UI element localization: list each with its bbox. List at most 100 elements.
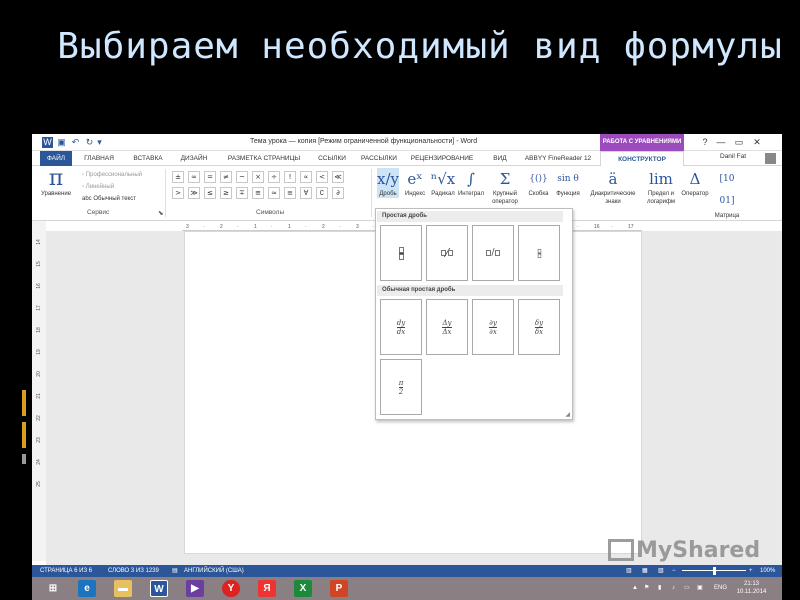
fraction-skewed[interactable]: ⁄ bbox=[426, 225, 468, 281]
fraction-small[interactable] bbox=[518, 225, 560, 281]
symbol-button[interactable]: ∂ bbox=[332, 187, 344, 199]
equation-button[interactable]: π Уравнение bbox=[38, 168, 74, 198]
symbol-button[interactable]: > bbox=[172, 187, 184, 199]
service-dialog-launcher-icon[interactable]: ⬊ bbox=[158, 209, 163, 217]
tab-page-layout[interactable]: РАЗМЕТКА СТРАНИЦЫ bbox=[218, 151, 310, 166]
zoom-level[interactable]: 100% bbox=[760, 565, 775, 577]
symbol-button[interactable]: ∝ bbox=[300, 171, 312, 183]
file-explorer-icon[interactable]: ▬ bbox=[114, 580, 132, 597]
restore-button[interactable]: ▭ bbox=[732, 136, 746, 149]
accent-button[interactable]: ä Диакритические знаки bbox=[585, 168, 641, 206]
undo-icon[interactable]: ↶ bbox=[70, 137, 81, 148]
flag-icon[interactable]: ⚑ bbox=[644, 577, 649, 600]
symbol-button[interactable]: ÷ bbox=[268, 171, 280, 183]
visual-studio-icon[interactable]: ▶ bbox=[186, 580, 204, 597]
fraction-linear[interactable]: / bbox=[472, 225, 514, 281]
matrix-button[interactable]: [10 01] Матрица bbox=[712, 168, 742, 220]
common-fraction-item[interactable]: Δy Δx bbox=[426, 299, 468, 355]
common-fraction-item[interactable]: π2 bbox=[380, 359, 422, 415]
symbol-button[interactable]: = bbox=[204, 171, 216, 183]
common-fraction-item[interactable]: ∂y ∂x bbox=[472, 299, 514, 355]
symbol-button[interactable]: ≅ bbox=[252, 187, 264, 199]
user-name[interactable]: Danil Fat bbox=[720, 153, 746, 160]
help-button[interactable]: ? bbox=[698, 136, 712, 149]
vertical-ruler[interactable]: 14 15 16 17 18 19 20 21 22 23 24 25 bbox=[34, 231, 44, 551]
network-icon[interactable]: ▮ bbox=[658, 577, 661, 600]
zoom-in-icon[interactable]: + bbox=[749, 565, 753, 577]
print-layout-icon[interactable]: ▦ bbox=[642, 565, 648, 577]
minimize-button[interactable]: — bbox=[714, 136, 728, 149]
common-fraction-item[interactable]: δy δx bbox=[518, 299, 560, 355]
symbols-group-label: Символы bbox=[256, 209, 285, 216]
radical-button[interactable]: ⁿ√x Радикал bbox=[430, 168, 456, 198]
internet-explorer-icon[interactable]: e bbox=[78, 580, 96, 597]
linear-button[interactable]: ▫ Линейный bbox=[82, 184, 114, 190]
operator-button[interactable]: Δ Оператор bbox=[680, 168, 710, 198]
zoom-slider-thumb[interactable] bbox=[713, 567, 716, 575]
notification-icon[interactable]: ▣ bbox=[697, 577, 703, 600]
zoom-out-icon[interactable]: − bbox=[672, 565, 676, 577]
symbol-button[interactable]: ∀ bbox=[300, 187, 312, 199]
clock[interactable]: 21:13 10.11.2014 bbox=[729, 580, 774, 596]
tab-insert[interactable]: ВСТАВКА bbox=[126, 151, 170, 166]
common-fraction-item[interactable]: dy dx bbox=[380, 299, 422, 355]
symbol-button[interactable]: ∞ bbox=[188, 171, 200, 183]
spelling-icon[interactable]: ▤ bbox=[172, 565, 178, 577]
save-icon[interactable]: ▣ bbox=[56, 137, 67, 148]
symbol-button[interactable]: ∁ bbox=[316, 187, 328, 199]
integral-button[interactable]: ∫ Интеграл bbox=[457, 168, 485, 198]
symbol-button[interactable]: × bbox=[252, 171, 264, 183]
language-indicator[interactable]: ENG bbox=[714, 577, 727, 600]
language[interactable]: АНГЛИЙСКИЙ (США) bbox=[184, 565, 244, 577]
sound-icon[interactable]: ♪ bbox=[672, 577, 675, 600]
page-count[interactable]: СТРАНИЦА 6 ИЗ 6 bbox=[40, 565, 92, 577]
close-button[interactable]: ✕ bbox=[750, 136, 764, 149]
avatar[interactable] bbox=[765, 153, 776, 164]
tab-mailings[interactable]: РАССЫЛКИ bbox=[356, 151, 402, 166]
symbol-button[interactable]: ± bbox=[172, 171, 184, 183]
read-mode-icon[interactable]: ▥ bbox=[626, 565, 632, 577]
bracket-button[interactable]: {()} Скобка bbox=[525, 168, 552, 198]
word-count[interactable]: СЛОВО 3 ИЗ 1239 bbox=[108, 565, 159, 577]
status-bar: СТРАНИЦА 6 ИЗ 6 СЛОВО 3 ИЗ 1239 ▤ АНГЛИЙ… bbox=[32, 565, 782, 577]
symbol-button[interactable]: ~ bbox=[236, 171, 248, 183]
start-icon[interactable]: ⊞ bbox=[44, 580, 62, 597]
word-taskbar-icon[interactable]: W bbox=[150, 580, 168, 597]
yandex-browser-icon[interactable]: Y bbox=[222, 580, 240, 597]
ruler-tick-label: · bbox=[577, 224, 579, 230]
tab-home[interactable]: ГЛАВНАЯ bbox=[78, 151, 120, 166]
large-operator-button[interactable]: Σ Крупный оператор bbox=[488, 168, 522, 206]
symbol-button[interactable]: ≥ bbox=[220, 187, 232, 199]
tab-abbyy[interactable]: ABBYY FineReader 12 bbox=[520, 151, 596, 166]
normal-text-button[interactable]: abc Обычный текст bbox=[82, 196, 136, 202]
symbol-button[interactable]: ≫ bbox=[188, 187, 200, 199]
function-button[interactable]: sin θ Функция bbox=[554, 168, 582, 198]
tab-references[interactable]: ССЫЛКИ bbox=[312, 151, 352, 166]
tab-file[interactable]: ФАЙЛ bbox=[40, 151, 72, 166]
professional-button[interactable]: ▫ Профессиональный bbox=[82, 172, 142, 178]
tray-arrow-icon[interactable]: ▲ bbox=[632, 577, 638, 600]
web-layout-icon[interactable]: ▧ bbox=[658, 565, 664, 577]
symbol-button[interactable]: ∓ bbox=[236, 187, 248, 199]
symbol-button[interactable]: ≡ bbox=[284, 187, 296, 199]
symbol-button[interactable]: < bbox=[316, 171, 328, 183]
customize-qa-icon[interactable]: ▾ bbox=[94, 137, 105, 148]
tab-constructor[interactable]: КОНСТРУКТОР bbox=[600, 151, 684, 166]
symbol-button[interactable]: ≤ bbox=[204, 187, 216, 199]
fraction-stacked[interactable] bbox=[380, 225, 422, 281]
symbol-button[interactable]: ≈ bbox=[268, 187, 280, 199]
display-icon[interactable]: ▭ bbox=[684, 577, 690, 600]
excel-icon[interactable]: X bbox=[294, 580, 312, 597]
symbol-button[interactable]: ≠ bbox=[220, 171, 232, 183]
script-button[interactable]: eˣ Индекс bbox=[402, 168, 428, 198]
symbol-button[interactable]: ≪ bbox=[332, 171, 344, 183]
tab-review[interactable]: РЕЦЕНЗИРОВАНИЕ bbox=[406, 151, 478, 166]
limit-log-button[interactable]: lim Предел и логарифм bbox=[644, 168, 678, 206]
fraction-button[interactable]: x/y Дробь bbox=[377, 168, 399, 198]
yandex-icon[interactable]: Я bbox=[258, 580, 276, 597]
powerpoint-icon[interactable]: P bbox=[330, 580, 348, 597]
tab-view[interactable]: ВИД bbox=[488, 151, 512, 166]
symbol-button[interactable]: ! bbox=[284, 171, 296, 183]
resize-grip-icon[interactable]: ◢ bbox=[565, 411, 570, 418]
tab-design[interactable]: ДИЗАЙН bbox=[174, 151, 214, 166]
